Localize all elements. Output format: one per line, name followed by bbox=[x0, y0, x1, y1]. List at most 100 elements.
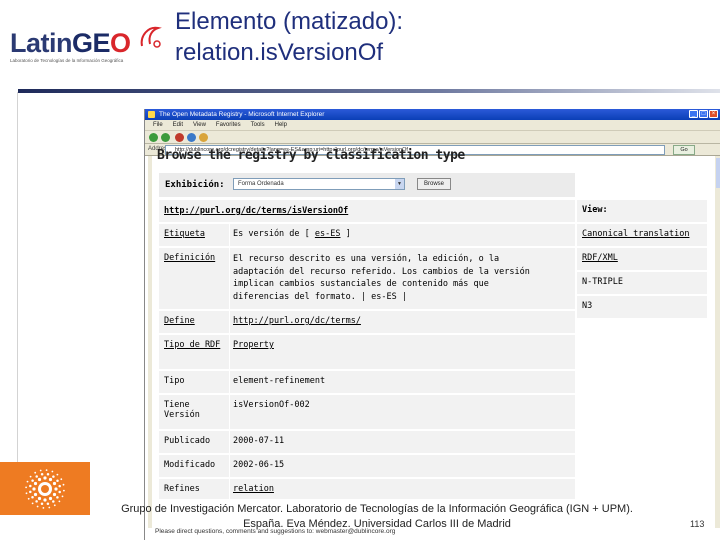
sun-ray-dot bbox=[37, 477, 42, 482]
sun-ray-dot bbox=[29, 484, 32, 488]
slide-page-number: 113 bbox=[690, 519, 705, 529]
view-canonical-translation-link[interactable]: Canonical translation bbox=[577, 224, 707, 248]
table-row-publicado: Publicado 2000-07-11 bbox=[159, 431, 575, 455]
go-button[interactable]: Go bbox=[673, 145, 695, 155]
back-icon[interactable] bbox=[149, 133, 158, 142]
exhibition-select[interactable]: Forma Ordenada ▼ bbox=[233, 178, 405, 190]
table-row-tipo-rdf: Tipo de RDF Property bbox=[159, 335, 575, 371]
table-row-define: Define http://purl.org/dc/terms/ bbox=[159, 311, 575, 335]
sun-ray-dot bbox=[56, 479, 59, 482]
menu-favorites[interactable]: Favorites bbox=[216, 120, 241, 130]
menu-view[interactable]: View bbox=[193, 120, 206, 130]
row-value[interactable]: Property bbox=[233, 340, 573, 350]
sun-ray-dot bbox=[43, 498, 47, 502]
lang-link[interactable]: es-ES bbox=[315, 229, 341, 239]
sun-ray-dot bbox=[34, 471, 37, 474]
slide-credits: Grupo de Investigación Mercator. Laborat… bbox=[94, 502, 660, 532]
latingeo-logo: LatinGEO Laboratorio de Tecnologías de l… bbox=[10, 24, 162, 68]
term-uri-link[interactable]: http://purl.org/dc/terms/isVersionOf bbox=[164, 206, 564, 216]
stop-icon[interactable] bbox=[175, 133, 184, 142]
chevron-down-icon: ▼ bbox=[395, 179, 404, 189]
browse-button[interactable]: Browse bbox=[417, 178, 451, 190]
view-rdf-xml-link[interactable]: RDF/XML bbox=[577, 248, 707, 272]
table-header-row: http://purl.org/dc/terms/isVersionOf bbox=[159, 200, 575, 224]
sun-ray-dot bbox=[37, 496, 42, 501]
sun-ray-dot bbox=[58, 490, 61, 494]
menu-tools[interactable]: Tools bbox=[251, 120, 265, 130]
row-value: isVersionOf-002 bbox=[233, 400, 310, 410]
refresh-icon[interactable] bbox=[187, 133, 196, 142]
row-key: Publicado bbox=[164, 436, 211, 446]
row-value: 2002-06-15 bbox=[233, 460, 285, 470]
row-value[interactable]: relation bbox=[233, 484, 573, 494]
logo-swirl-icon bbox=[140, 26, 162, 48]
browser-menubar: File Edit View Favorites Tools Help bbox=[145, 120, 720, 131]
sun-ray-dot bbox=[42, 507, 45, 509]
exhibition-select-value: Forma Ordenada bbox=[238, 181, 284, 187]
sun-ray-dot bbox=[58, 484, 61, 488]
sun-ray-dot bbox=[27, 497, 30, 500]
view-header: View: bbox=[577, 200, 707, 224]
sun-ray-dot bbox=[31, 479, 34, 482]
row-key: Tipo bbox=[164, 376, 185, 386]
home-icon[interactable] bbox=[199, 133, 208, 142]
row-key[interactable]: Define bbox=[164, 316, 230, 326]
sun-ray-dot bbox=[46, 473, 50, 476]
close-button[interactable]: × bbox=[709, 110, 718, 118]
sun-ray-dot bbox=[58, 500, 61, 503]
table-row-tiene-version: Tiene Versión isVersionOf-002 bbox=[159, 395, 575, 431]
exhibition-label: Exhibición: bbox=[165, 180, 225, 190]
row-value[interactable]: http://purl.org/dc/terms/ bbox=[233, 316, 573, 326]
view-n3-link[interactable]: N3 bbox=[577, 296, 707, 320]
credits-line-2: España. Eva Méndez. Universidad Carlos I… bbox=[243, 518, 511, 530]
sun-ray-dot bbox=[36, 505, 39, 508]
sun-ray-dot bbox=[61, 495, 64, 498]
sun-ray-dot bbox=[56, 473, 59, 476]
sun-ray-dot bbox=[35, 475, 38, 478]
row-key[interactable]: Definición bbox=[164, 253, 230, 263]
browser-window-title: The Open Metadata Registry - Microsoft I… bbox=[159, 111, 325, 118]
row-value: Es versión de [ es-ES ] bbox=[233, 229, 351, 239]
browser-titlebar: The Open Metadata Registry - Microsoft I… bbox=[145, 109, 720, 120]
menu-help[interactable]: Help bbox=[275, 120, 287, 130]
window-controls: _ □ × bbox=[689, 110, 718, 118]
sun-ray-dot bbox=[39, 469, 42, 472]
sun-ray-dot bbox=[33, 492, 38, 497]
vertical-scrollbar[interactable] bbox=[715, 156, 720, 540]
title-rule bbox=[18, 89, 720, 93]
sun-icon bbox=[25, 469, 65, 509]
menu-edit[interactable]: Edit bbox=[173, 120, 183, 130]
row-key[interactable]: Tipo de RDF bbox=[164, 340, 230, 350]
sun-ray-dot bbox=[29, 490, 32, 494]
slide-title: Elemento (matizado): relation.isVersionO… bbox=[175, 6, 695, 68]
page-left-stripe bbox=[148, 156, 152, 540]
slide-title-line-1: Elemento (matizado): bbox=[175, 8, 404, 35]
view-n-triple-link[interactable]: N-TRIPLE bbox=[577, 272, 707, 296]
sun-ray-dot bbox=[52, 500, 55, 503]
table-row-definicion: Definición El recurso descrito es una ve… bbox=[159, 248, 575, 311]
maximize-button[interactable]: □ bbox=[699, 110, 708, 118]
sun-ray-dot bbox=[43, 476, 47, 480]
sun-ray-dot bbox=[56, 496, 59, 499]
sun-ray-dot bbox=[52, 475, 55, 478]
row-value: El recurso descrito es una versión, la e… bbox=[233, 254, 530, 302]
page-heading: Browse the registry by classification ty… bbox=[157, 148, 465, 163]
forward-icon[interactable] bbox=[161, 133, 170, 142]
sun-ray-dot bbox=[63, 489, 65, 492]
sun-ray-dot bbox=[25, 492, 28, 495]
row-key[interactable]: Etiqueta bbox=[164, 229, 230, 239]
footer-sun-logo bbox=[0, 462, 90, 515]
scrollbar-thumb[interactable] bbox=[716, 158, 720, 188]
credits-line-1: Grupo de Investigación Mercator. Laborat… bbox=[121, 503, 633, 515]
table-row-refines: Refines relation bbox=[159, 479, 575, 501]
sun-ray-dot bbox=[54, 487, 58, 491]
table-row-tipo: Tipo element-refinement bbox=[159, 371, 575, 395]
logo-wordmark: LatinGEO bbox=[10, 28, 131, 58]
ie-app-icon bbox=[148, 111, 155, 118]
minimize-button[interactable]: _ bbox=[689, 110, 698, 118]
row-key: Tiene Versión bbox=[164, 400, 200, 420]
menu-file[interactable]: File bbox=[153, 120, 163, 130]
sun-ray-dot bbox=[25, 486, 27, 489]
sun-ray-dot bbox=[48, 496, 53, 501]
slide-title-line-2: relation.isVersionOf bbox=[175, 39, 384, 66]
